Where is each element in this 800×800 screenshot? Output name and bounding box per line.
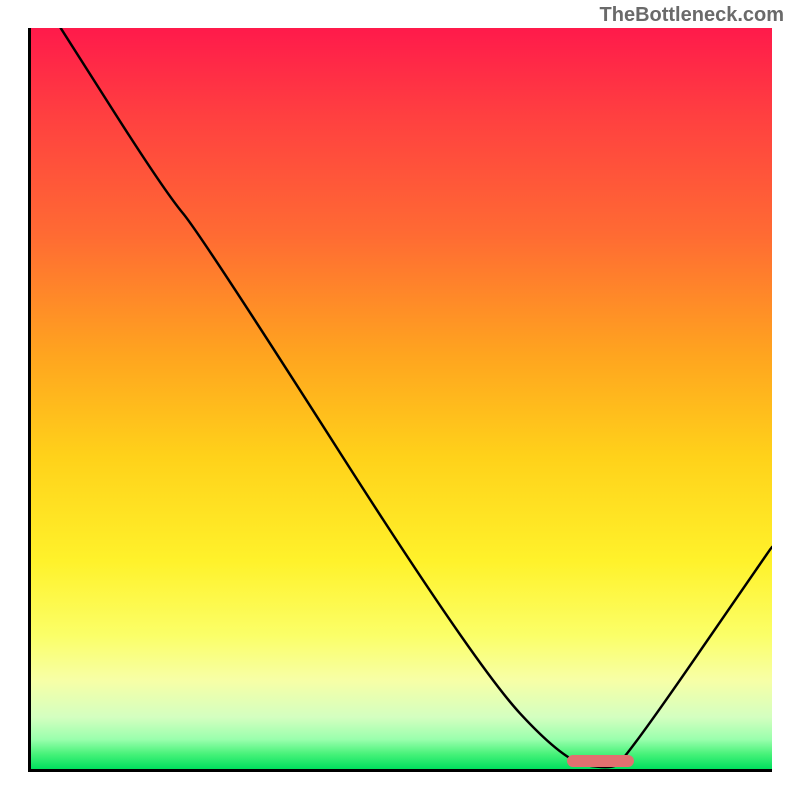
bottleneck-curve-line [31,28,772,769]
chart-plot-area [28,28,772,772]
optimal-range-marker [567,755,634,767]
watermark-text: TheBottleneck.com [600,4,784,27]
